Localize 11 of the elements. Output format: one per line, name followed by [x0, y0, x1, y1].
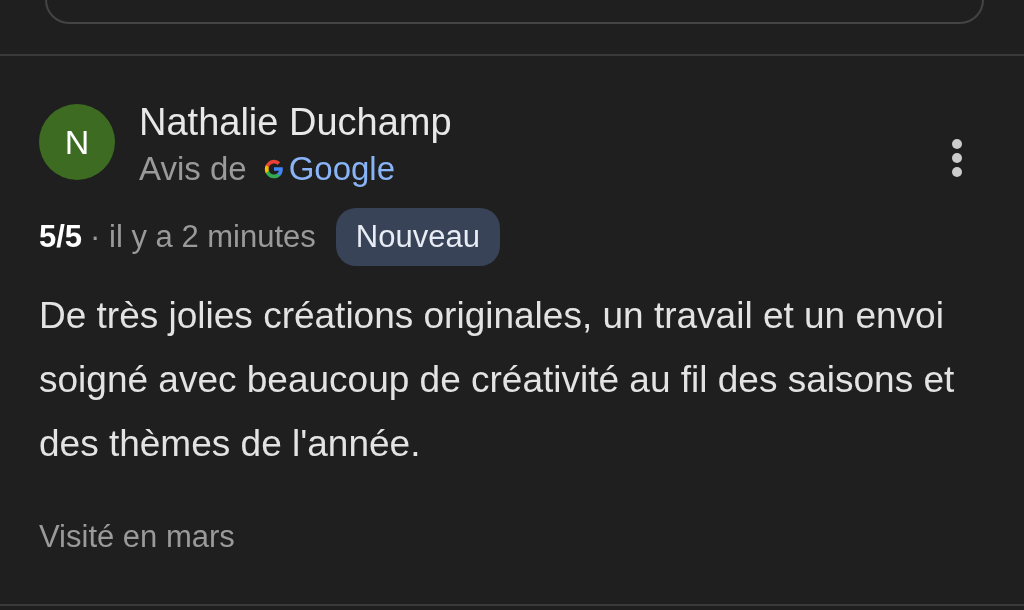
- review-text: De très jolies créations originales, un travail et un envoi soigné avec beaucoup de créativité au fil des saisons et des thèmes de l'année.: [39, 294, 956, 466]
- avatar: N: [39, 104, 115, 180]
- new-badge: Nouveau: [335, 207, 500, 266]
- source-label: Avis de: [139, 148, 247, 189]
- google-g-icon: [262, 157, 285, 180]
- reviewer-name[interactable]: Nathalie Duchamp: [139, 100, 950, 144]
- more-options-icon[interactable]: [950, 138, 964, 178]
- rating: 5/5: [39, 217, 83, 256]
- visit-date: Visité en mars: [39, 518, 236, 556]
- source-link[interactable]: Google: [288, 144, 396, 194]
- review-time: · il y a 2 minutes: [90, 217, 316, 256]
